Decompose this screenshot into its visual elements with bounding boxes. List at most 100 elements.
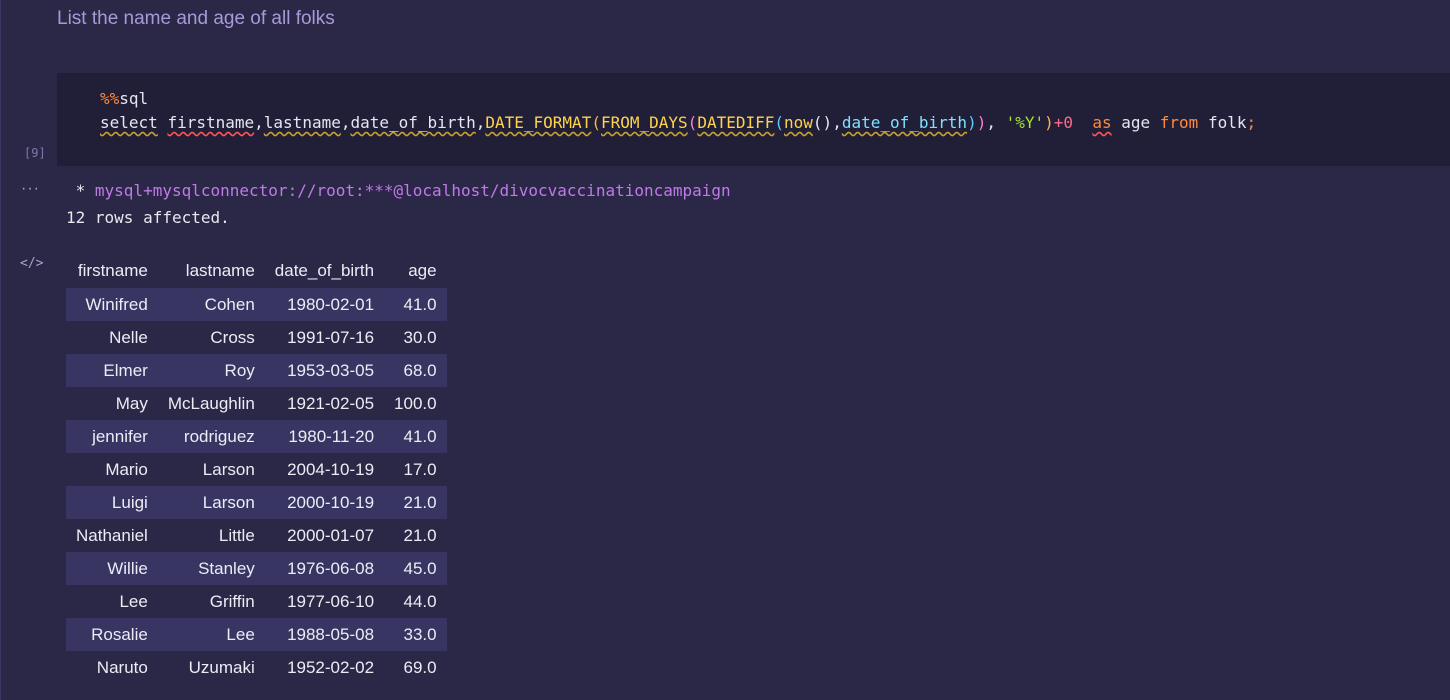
- output-more-actions-icon[interactable]: ···: [21, 180, 40, 198]
- table-cell-lastname: Larson: [202, 459, 255, 479]
- table-cell-date-of-birth: 2000-01-07: [287, 525, 375, 545]
- table-cell-lastname: Cohen: [204, 294, 255, 314]
- markdown-cell[interactable]: List the name and age of all folks: [57, 8, 335, 30]
- token-from-days: FROM_DAYS: [600, 113, 688, 132]
- table-cell-lastname: Little: [218, 525, 255, 545]
- token-semicolon: ;: [1246, 113, 1257, 132]
- table-cell-age: 100.0: [394, 393, 437, 413]
- code-cell-editor[interactable]: %%sql select firstname,lastname,date_of_…: [57, 73, 1450, 166]
- output-renderer-icon[interactable]: </>: [20, 256, 43, 271]
- column-header-firstname: firstname: [77, 261, 148, 280]
- connection-url: mysql+mysqlconnector://root:***@localhos…: [94, 181, 731, 200]
- table-cell-age: 21.0: [403, 525, 437, 545]
- token-now-parens: (): [812, 113, 833, 132]
- token-paren: (: [774, 113, 785, 132]
- magic-prefix: %%: [100, 89, 120, 108]
- token-datediff: DATEDIFF: [697, 113, 775, 132]
- table-cell-firstname: Luigi: [111, 492, 148, 512]
- table-row: jennifer rodriguez 1980-11-20 41.0: [66, 420, 447, 453]
- table-cell-lastname: Larson: [202, 492, 255, 512]
- table-cell-age: 69.0: [403, 657, 437, 677]
- token-paren: ): [1044, 113, 1054, 132]
- token-comma: ,: [254, 113, 264, 132]
- code-line-2[interactable]: select firstname,lastname,date_of_birth,…: [100, 113, 1256, 132]
- cell-left-border: [0, 0, 1, 700]
- table-cell-age: 41.0: [403, 426, 437, 446]
- table-row: Lee Griffin 1977-06-10 44.0: [66, 585, 447, 618]
- token-now: now: [784, 113, 813, 132]
- table-cell-age: 17.0: [403, 459, 437, 479]
- column-header-lastname: lastname: [185, 261, 255, 280]
- table-row: Nelle Cross 1991-07-16 30.0: [66, 321, 447, 354]
- table-cell-firstname: Willie: [107, 558, 148, 578]
- table-cell-date-of-birth: 2000-10-19: [287, 492, 375, 512]
- table-row: Nathaniel Little 2000-01-07 21.0: [66, 519, 447, 552]
- markdown-text: List the name and age of all folks: [57, 8, 335, 29]
- token-firstname: firstname: [167, 113, 255, 132]
- token-lastname: lastname: [263, 113, 341, 132]
- table-cell-age: 30.0: [403, 327, 437, 347]
- token-comma: ,: [832, 113, 842, 132]
- table-cell-date-of-birth: 2004-10-19: [287, 459, 375, 479]
- table-cell-firstname: jennifer: [92, 426, 148, 446]
- rows-affected-text: 12 rows affected.: [66, 208, 230, 227]
- token-from: from: [1159, 113, 1199, 132]
- token-paren: ): [967, 113, 977, 132]
- token-date-of-birth-arg: date_of_birth: [841, 113, 968, 132]
- table-cell-date-of-birth: 1980-11-20: [288, 426, 375, 446]
- token-comma: ,: [986, 113, 996, 132]
- table-row: May McLaughlin 1921-02-05 100.0: [66, 387, 447, 420]
- table-cell-age: 44.0: [403, 591, 437, 611]
- magic-name: sql: [119, 89, 149, 108]
- table-cell-firstname: Elmer: [103, 360, 148, 380]
- table-header-row: firstname lastname date_of_birth age: [66, 254, 447, 288]
- table-row: Rosalie Lee 1988-05-08 33.0: [66, 618, 447, 651]
- table-cell-lastname: Lee: [226, 624, 255, 644]
- table-cell-lastname: Cross: [210, 327, 255, 347]
- table-cell-date-of-birth: 1921-02-05: [287, 393, 375, 413]
- token-age: age: [1121, 113, 1151, 132]
- code-line-1[interactable]: %%sql: [100, 89, 148, 108]
- table-cell-firstname: Rosalie: [91, 624, 148, 644]
- token-paren: ): [976, 113, 987, 132]
- token-comma: ,: [475, 113, 486, 132]
- token-plus-zero: +0: [1053, 113, 1074, 132]
- table-cell-age: 33.0: [403, 624, 437, 644]
- table-cell-date-of-birth: 1976-06-08: [287, 558, 375, 578]
- table-cell-date-of-birth: 1952-02-02: [287, 657, 375, 677]
- table-cell-lastname: McLaughlin: [167, 393, 255, 413]
- table-cell-lastname: Griffin: [209, 591, 255, 611]
- table-cell-lastname: Roy: [224, 360, 255, 380]
- execution-count: [9]: [24, 146, 46, 160]
- table-cell-firstname: Winifred: [85, 294, 148, 314]
- table-cell-age: 68.0: [403, 360, 437, 380]
- table-cell-firstname: Naruto: [96, 657, 148, 677]
- token-format-string: '%Y': [1005, 113, 1045, 132]
- table-cell-date-of-birth: 1980-02-01: [287, 294, 375, 314]
- table-row: Naruto Uzumaki 1952-02-02 69.0: [66, 651, 447, 684]
- table-row: Elmer Roy 1953-03-05 68.0: [66, 354, 447, 387]
- table-cell-age: 45.0: [403, 558, 437, 578]
- table-cell-date-of-birth: 1977-06-10: [287, 591, 375, 611]
- table-cell-firstname: Lee: [119, 591, 148, 611]
- table-cell-firstname: Mario: [105, 459, 148, 479]
- table-cell-age: 21.0: [403, 492, 437, 512]
- table-cell-lastname: rodriguez: [183, 426, 255, 446]
- column-header-date-of-birth: date_of_birth: [274, 261, 375, 280]
- output-connection-line: * mysql+mysqlconnector://root:***@localh…: [66, 181, 731, 200]
- table-cell-date-of-birth: 1988-05-08: [287, 624, 375, 644]
- table-row: Willie Stanley 1976-06-08 45.0: [66, 552, 447, 585]
- table-cell-firstname: Nathaniel: [76, 525, 148, 545]
- token-select: select: [100, 113, 158, 132]
- table-cell-firstname: May: [115, 393, 148, 413]
- token-as: as: [1092, 113, 1112, 132]
- token-folk: folk: [1207, 113, 1247, 132]
- result-table: firstname lastname date_of_birth age Winifr…: [66, 254, 447, 684]
- table-row: Mario Larson 2004-10-19 17.0: [66, 453, 447, 486]
- table-cell-firstname: Nelle: [109, 327, 148, 347]
- table-cell-lastname: Stanley: [198, 558, 255, 578]
- table-row: Winifred Cohen 1980-02-01 41.0: [66, 288, 447, 321]
- table-cell-lastname: Uzumaki: [188, 657, 255, 677]
- token-date-of-birth: date_of_birth: [350, 113, 476, 132]
- connection-prefix: *: [66, 181, 95, 200]
